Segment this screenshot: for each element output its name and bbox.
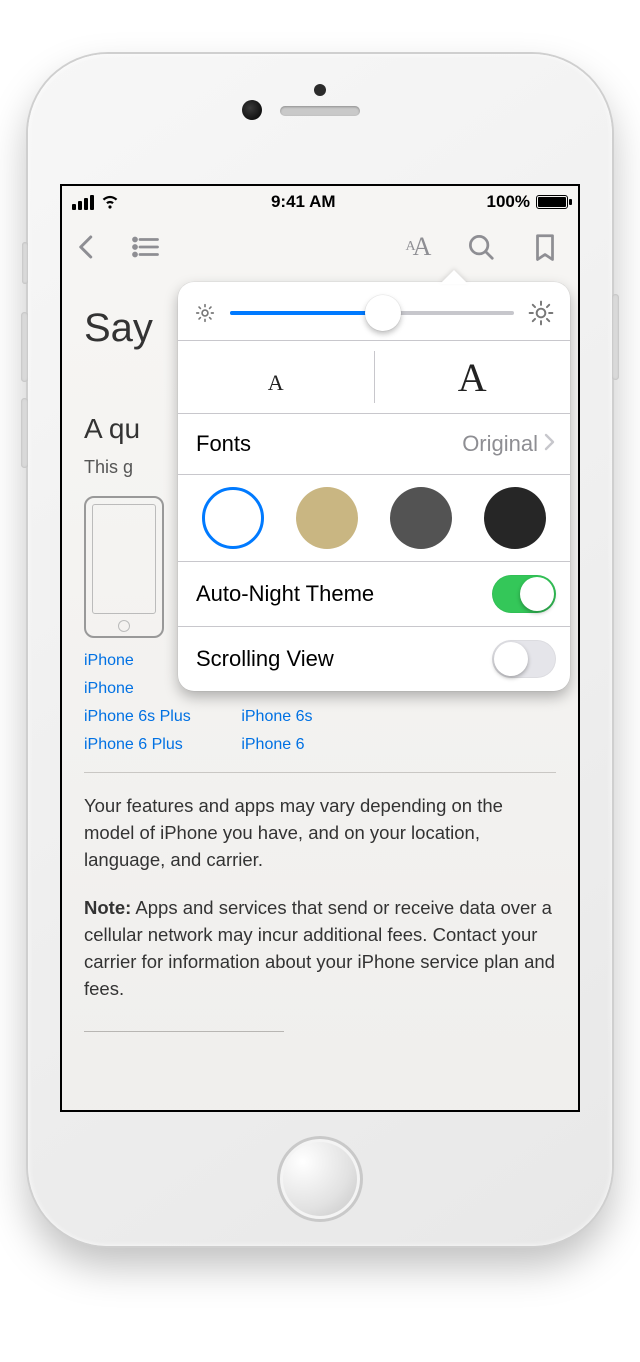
brightness-high-icon [528, 300, 554, 326]
brightness-slider-knob[interactable] [365, 295, 401, 331]
decrease-text-size-button[interactable]: A [178, 353, 374, 413]
theme-selector [178, 475, 570, 561]
fonts-row[interactable]: Fonts Original [178, 414, 570, 474]
model-link[interactable]: iPhone 6s Plus [84, 708, 241, 726]
brightness-slider[interactable] [230, 311, 514, 315]
theme-gray[interactable] [390, 487, 452, 549]
volume-down-button [21, 398, 28, 468]
navigation-bar: AA [62, 218, 578, 276]
separator [84, 772, 556, 773]
power-button [612, 294, 619, 380]
volume-up-button [21, 312, 28, 382]
appearance-button[interactable]: AA [400, 230, 434, 264]
model-link[interactable]: iPhone 6s [241, 708, 398, 726]
proximity-sensor [314, 84, 326, 96]
search-button[interactable] [464, 230, 498, 264]
back-button[interactable] [70, 230, 104, 264]
scrolling-view-row: Scrolling View [178, 627, 570, 691]
battery-percent: 100% [487, 192, 530, 212]
front-camera [242, 100, 262, 120]
screen: 9:41 AM 100% AA [60, 184, 580, 1112]
wifi-icon [100, 190, 120, 215]
fonts-value: Original [462, 431, 538, 457]
theme-white[interactable] [202, 487, 264, 549]
table-of-contents-button[interactable] [128, 230, 162, 264]
iphone-illustration [84, 496, 164, 638]
model-link[interactable]: iPhone 6 [241, 736, 398, 754]
auto-night-toggle[interactable] [492, 575, 556, 613]
auto-night-label: Auto-Night Theme [196, 581, 374, 607]
separator-short [84, 1031, 284, 1032]
earpiece-speaker [280, 106, 360, 116]
status-bar: 9:41 AM 100% [62, 186, 578, 218]
scrolling-view-toggle[interactable] [492, 640, 556, 678]
battery-icon [536, 195, 568, 209]
note-label: Note: [84, 897, 131, 918]
theme-sepia[interactable] [296, 487, 358, 549]
brightness-low-icon [194, 302, 216, 324]
text-size-control: A A [178, 341, 570, 413]
body-paragraph: Your features and apps may vary dependin… [84, 793, 556, 873]
appearance-popover: A A Fonts Original [178, 282, 570, 691]
home-button[interactable] [277, 1136, 363, 1222]
auto-night-row: Auto-Night Theme [178, 562, 570, 626]
theme-black[interactable] [484, 487, 546, 549]
status-time: 9:41 AM [271, 192, 336, 212]
note-text: Apps and services that send or receive d… [84, 897, 555, 998]
cellular-signal-icon [72, 195, 94, 210]
mute-switch [22, 242, 28, 284]
scrolling-view-label: Scrolling View [196, 646, 334, 672]
bookmark-button[interactable] [528, 230, 562, 264]
iphone-device-frame: 9:41 AM 100% AA [28, 54, 612, 1246]
increase-text-size-button[interactable]: A [375, 341, 571, 413]
note-paragraph: Note: Apps and services that send or rec… [84, 895, 556, 1002]
chevron-right-icon [544, 430, 556, 458]
fonts-label: Fonts [196, 431, 251, 457]
model-link[interactable]: iPhone 6 Plus [84, 736, 241, 754]
brightness-row [178, 282, 570, 340]
